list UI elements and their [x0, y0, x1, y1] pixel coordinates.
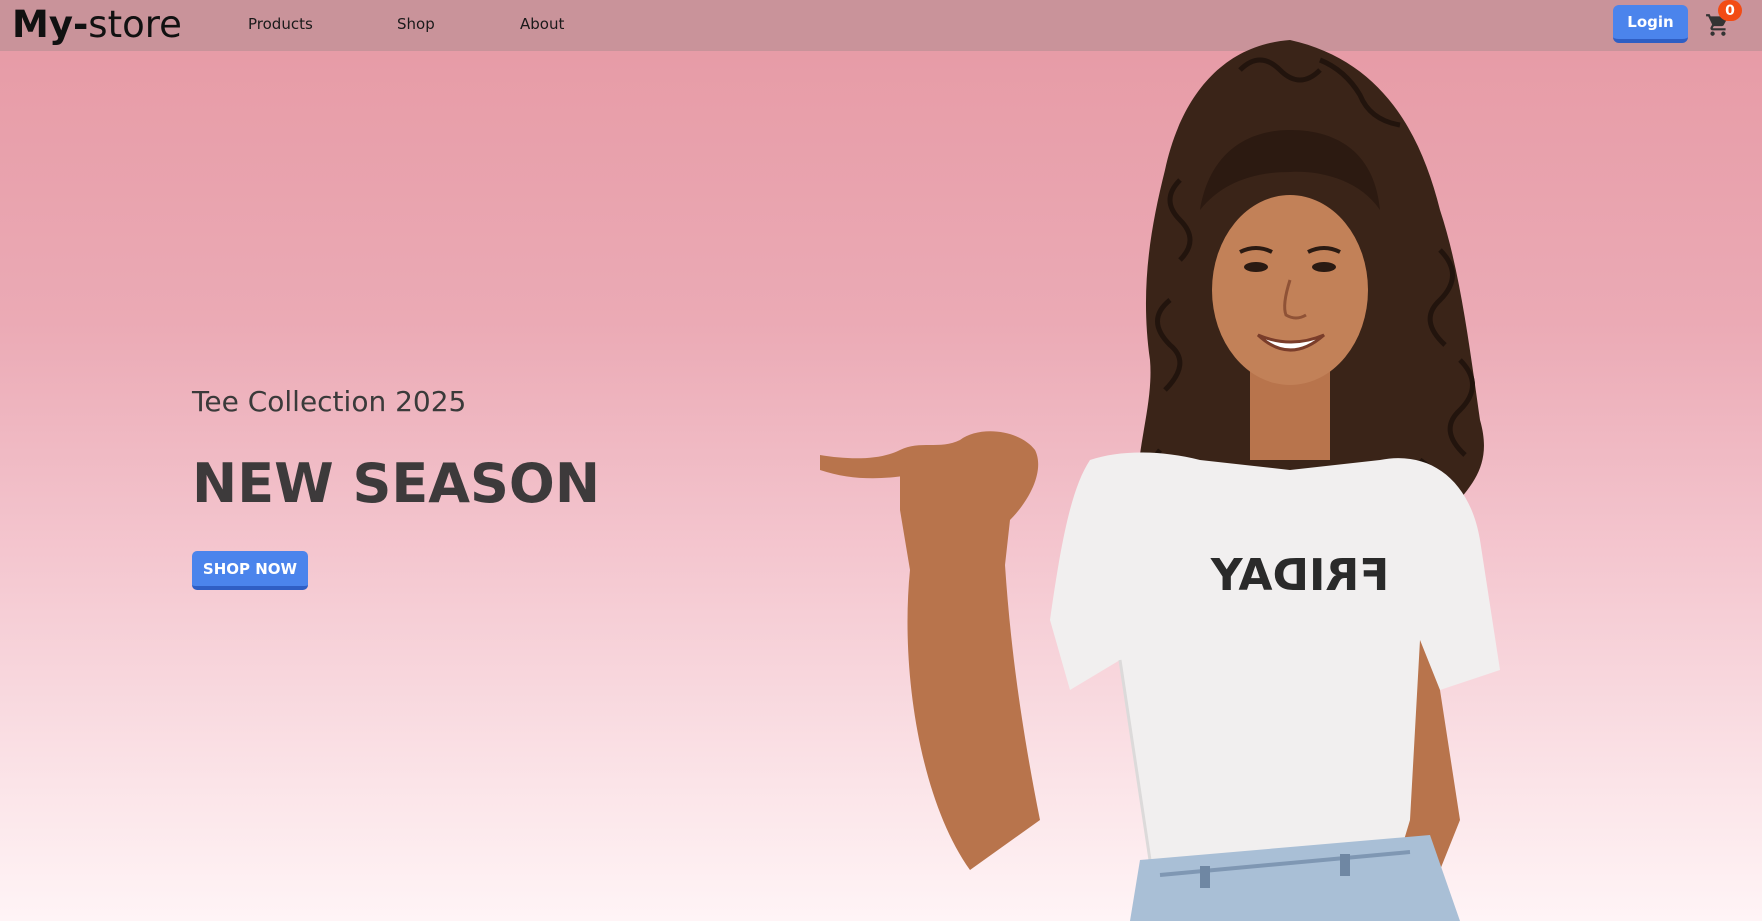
hero-headline: NEW SEASON: [192, 452, 601, 515]
svg-text:FRIDAY: FRIDAY: [1210, 550, 1390, 601]
login-button[interactable]: Login: [1613, 5, 1688, 43]
nav-link-about[interactable]: About: [520, 15, 564, 33]
logo-bold: My-: [12, 3, 89, 46]
cart-count-badge: 0: [1718, 0, 1742, 21]
logo-rest: store: [88, 3, 182, 46]
hero-model-image: FRIDAY: [820, 40, 1500, 921]
hero-subtitle: Tee Collection 2025: [192, 385, 467, 418]
nav-link-products[interactable]: Products: [248, 15, 313, 33]
nav-link-shop[interactable]: Shop: [397, 15, 435, 33]
shop-now-button[interactable]: SHOP NOW: [192, 551, 308, 590]
logo[interactable]: My-store: [12, 3, 182, 46]
